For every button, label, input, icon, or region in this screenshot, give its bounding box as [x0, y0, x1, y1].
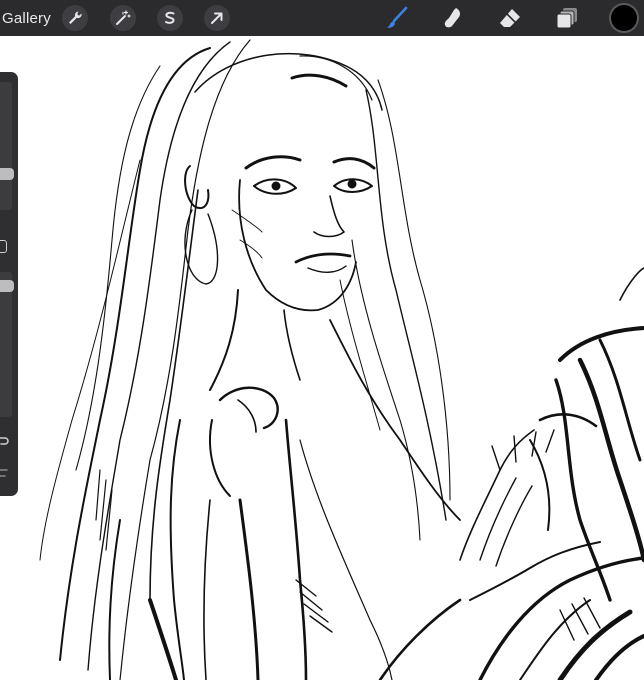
brush-icon [387, 6, 408, 28]
layers-icon [556, 8, 577, 29]
gallery-button[interactable]: Gallery [2, 10, 51, 27]
eraser-tool-button[interactable] [496, 4, 524, 32]
eraser-icon [500, 9, 520, 27]
paint-tool-button[interactable] [383, 4, 411, 32]
sketch-artwork [39, 39, 644, 680]
smudge-tool-button[interactable] [439, 4, 467, 32]
top-toolbar: Gallery [0, 0, 644, 36]
layers-button[interactable] [553, 4, 581, 32]
selection-button[interactable] [157, 5, 183, 31]
wrench-icon [69, 11, 82, 24]
color-picker-button[interactable] [611, 5, 637, 31]
drawing-canvas[interactable] [0, 36, 644, 680]
magic-wand-icon [116, 10, 131, 25]
arrow-move-icon [211, 12, 223, 24]
transform-button[interactable] [204, 5, 230, 31]
adjustments-button[interactable] [110, 5, 136, 31]
smudge-icon [444, 8, 460, 28]
actions-button[interactable] [62, 5, 88, 31]
selection-s-icon [165, 11, 175, 24]
